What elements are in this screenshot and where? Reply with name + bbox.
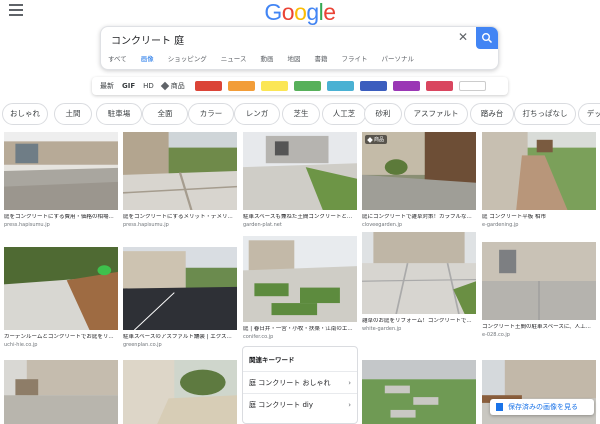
chip-8[interactable]: 砂利 <box>364 103 402 125</box>
chevron-right-icon: › <box>348 379 351 387</box>
tab-0[interactable]: すべて <box>101 53 134 69</box>
color-swatch[interactable] <box>425 81 453 91</box>
result-thumbnail[interactable] <box>362 360 476 424</box>
related-keyword-label: 庭 コンクリート おしゃれ <box>249 379 331 387</box>
result-caption[interactable]: 駐車スペースのアスファルト舗装 | エクス... <box>123 334 237 341</box>
related-keywords-title: 関連キーワード <box>249 356 295 364</box>
tab-8[interactable]: パーソナル <box>374 53 421 69</box>
chip-12[interactable]: デッキ <box>578 103 600 125</box>
logo-letter: o <box>281 0 295 25</box>
result-thumbnail[interactable] <box>123 247 237 330</box>
color-swatches <box>189 81 486 91</box>
tool-hd[interactable]: HD <box>143 82 154 90</box>
image-tools-bar: 最新 GIF HD 商品 <box>92 77 508 95</box>
result-thumbnail[interactable] <box>482 242 596 320</box>
logo-letter: o <box>294 0 307 25</box>
tab-7[interactable]: フライト <box>334 53 374 69</box>
chip-7[interactable]: 人工芝 <box>322 103 366 125</box>
result-thumbnail[interactable] <box>482 132 596 210</box>
saved-images-button[interactable]: 保存済みの画像を見る <box>490 399 594 415</box>
color-swatch[interactable] <box>326 81 354 91</box>
related-keyword-label: 庭 コンクリート diy <box>249 401 313 409</box>
result-thumbnail[interactable] <box>123 360 237 424</box>
search-icon <box>482 33 493 44</box>
result-source: greenplan.co.jp <box>123 342 162 348</box>
result-source: e-028.co.jp <box>482 332 510 338</box>
color-swatch[interactable] <box>260 81 288 91</box>
logo-letter: g <box>306 0 319 25</box>
tab-3[interactable]: ニュース <box>214 53 254 69</box>
result-thumbnail[interactable] <box>4 247 118 330</box>
search-box: コンクリート 庭 ✕ すべて 画像 ショッピング ニュース 動画 地図 書籍 フライト パーソナ… <box>100 26 499 70</box>
color-swatch[interactable] <box>227 81 255 91</box>
product-badge: 商品 <box>365 135 388 144</box>
search-button[interactable] <box>476 27 498 49</box>
search-tabs: すべて 画像 ショッピング ニュース 動画 地図 書籍 フライト パーソナル <box>101 53 421 69</box>
tag-icon <box>160 81 170 91</box>
chip-0[interactable]: おしゃれ <box>2 103 48 125</box>
logo-letter: G <box>264 0 282 25</box>
color-swatch[interactable] <box>194 81 222 91</box>
result-source: uchi-hie.co.jp <box>4 342 38 348</box>
result-thumbnail[interactable] <box>4 132 118 210</box>
tool-gif[interactable]: GIF <box>122 82 135 90</box>
result-thumbnail[interactable] <box>243 236 357 322</box>
chip-10[interactable]: 踏み台 <box>470 103 514 125</box>
chip-6[interactable]: 芝生 <box>282 103 320 125</box>
chip-11[interactable]: 打ちっぱなし <box>514 103 576 125</box>
google-logo[interactable]: Google <box>0 0 600 24</box>
tab-5[interactable]: 地図 <box>280 53 307 69</box>
color-swatch[interactable] <box>359 81 387 91</box>
chip-2[interactable]: 駐車場 <box>96 103 142 125</box>
color-swatch[interactable] <box>458 81 486 91</box>
result-caption[interactable]: 庭 コンクリート平板 柏市 <box>482 214 596 221</box>
bookmark-icon <box>496 403 503 411</box>
result-caption[interactable]: 駐車スペースも兼ねた土間コンクリートと... <box>243 214 357 221</box>
tab-1[interactable]: 画像 <box>134 53 161 69</box>
chip-5[interactable]: レンガ <box>234 103 280 125</box>
color-swatch[interactable] <box>293 81 321 91</box>
result-source: press.hapisumu.jp <box>4 222 50 228</box>
close-icon[interactable]: ✕ <box>458 30 468 44</box>
tool-products[interactable]: 商品 <box>160 81 185 91</box>
logo-letter: e <box>323 0 336 25</box>
result-source: e-gardening.jp <box>482 222 519 228</box>
tab-6[interactable]: 書籍 <box>307 53 334 69</box>
result-caption[interactable]: 雑草のお庭をリフォーム！コンクリートで... <box>362 318 476 325</box>
result-thumbnail[interactable] <box>362 232 476 314</box>
result-caption[interactable]: ガーデンルームとコンクリートでお庭をリ... <box>4 334 118 341</box>
result-source: white-garden.jp <box>362 326 402 332</box>
result-caption[interactable]: 庭にコンクリートで雑草対策！カラフルな... <box>362 214 476 221</box>
tool-recent[interactable]: 最新 <box>100 81 114 91</box>
result-source: cloveegarden.jp <box>362 222 403 228</box>
related-keyword-item[interactable]: 庭 コンクリート diy › <box>243 393 357 415</box>
result-caption[interactable]: コンクリート土間の駐車スペースに、人工... <box>482 324 596 331</box>
result-thumbnail[interactable] <box>4 360 118 424</box>
result-caption[interactable]: 庭 | 春日井・一宮・小牧・扶桑・江南のエ... <box>243 326 357 333</box>
result-source: press.hapisumu.jp <box>123 222 169 228</box>
result-caption[interactable]: 庭をコンクリートにする費用・価格の相場... <box>4 214 118 221</box>
result-source: garden-plat.net <box>243 222 282 228</box>
result-thumbnail[interactable] <box>123 132 237 210</box>
result-source: conifer.co.jp <box>243 334 274 340</box>
related-keyword-item[interactable]: 庭 コンクリート おしゃれ › <box>243 371 357 393</box>
header: Google コンクリート 庭 ✕ すべて 画像 ショッピング ニュース 動画 地図 書籍フ… <box>0 0 600 74</box>
tab-2[interactable]: ショッピング <box>161 53 214 69</box>
related-chips: おしゃれ 土間 駐車場 全面 カラー レンガ 芝生 人工芝 砂利 アスファルト 踏み台 打ちっぱなしデ… <box>0 103 600 125</box>
tab-4[interactable]: 動画 <box>253 53 280 69</box>
search-input[interactable]: コンクリート 庭 <box>111 32 184 47</box>
chip-4[interactable]: カラー <box>188 103 234 125</box>
result-caption[interactable]: 庭をコンクリートにするメリット・デメリ... <box>123 214 237 221</box>
chip-9[interactable]: アスファルト <box>404 103 468 125</box>
tool-products-label: 商品 <box>170 82 185 90</box>
chevron-right-icon: › <box>348 401 351 409</box>
related-keywords-panel: 関連キーワード 庭 コンクリート おしゃれ › 庭 コンクリート diy › <box>242 346 358 424</box>
chip-1[interactable]: 土間 <box>54 103 92 125</box>
color-swatch[interactable] <box>392 81 420 91</box>
chip-3[interactable]: 全面 <box>142 103 188 125</box>
result-thumbnail[interactable] <box>243 132 357 210</box>
saved-images-label: 保存済みの画像を見る <box>508 403 578 411</box>
